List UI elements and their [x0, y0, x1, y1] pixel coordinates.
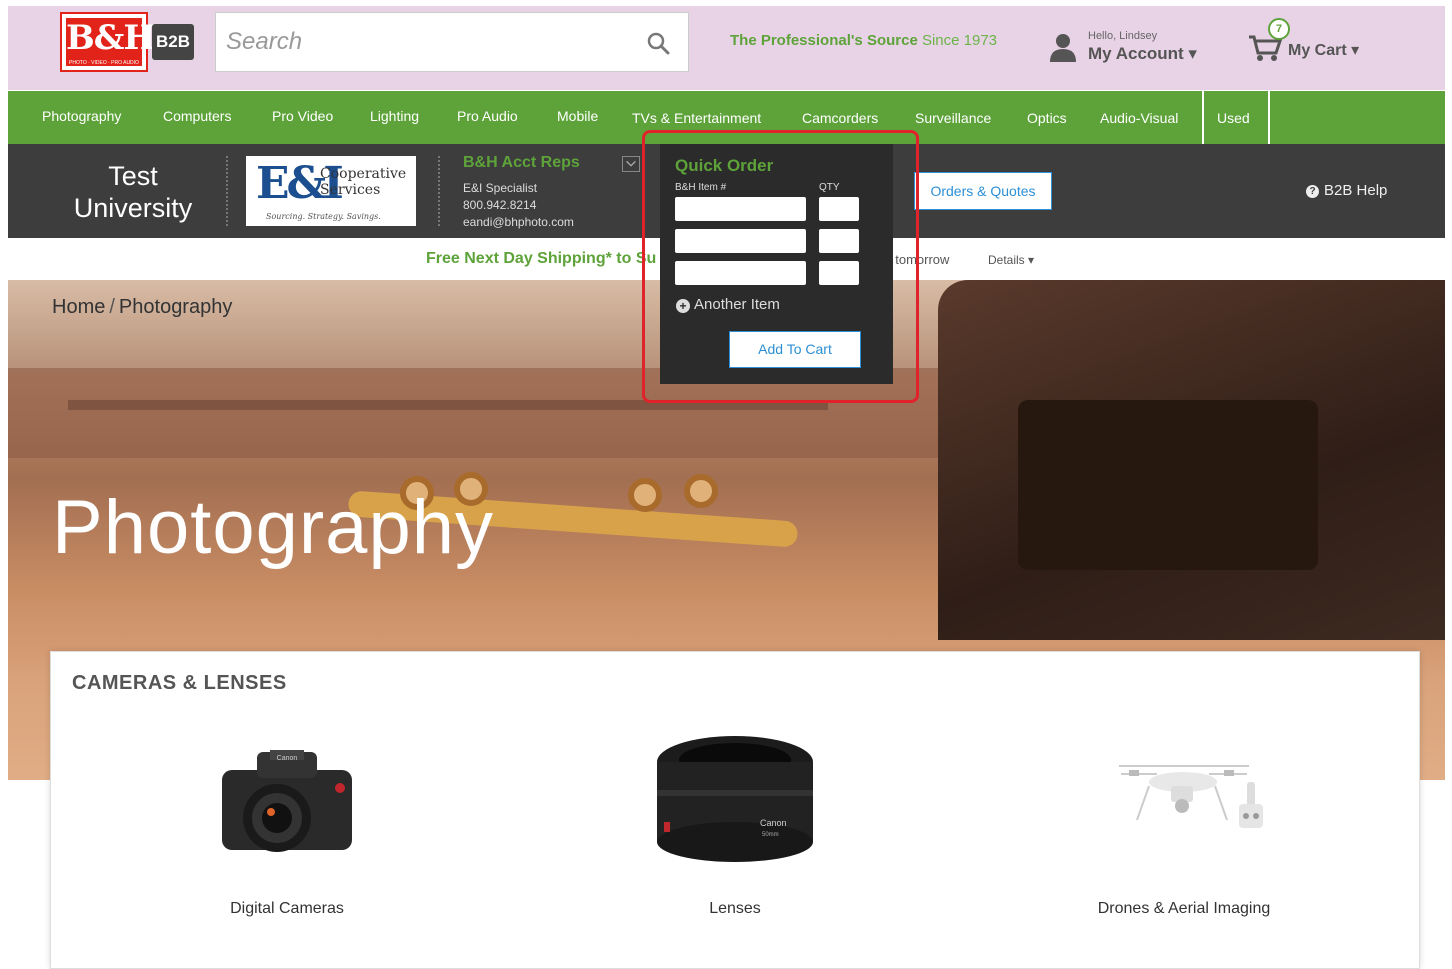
b2b-help-link[interactable]: ? B2B Help	[1306, 182, 1387, 199]
qty-input[interactable]	[819, 229, 859, 253]
svg-text:Canon: Canon	[760, 818, 787, 828]
ei-logo-tagline: Sourcing. Strategy. Savings.	[266, 212, 381, 221]
drone-image	[1119, 765, 1263, 828]
breadcrumb-separator: /	[109, 296, 115, 318]
add-to-cart-button[interactable]: Add To Cart	[729, 331, 861, 368]
dotted-divider	[438, 156, 440, 226]
nav-photography[interactable]: Photography	[42, 91, 121, 144]
chevron-down-icon[interactable]	[622, 156, 640, 172]
my-account-link[interactable]: My Account ▾	[1088, 44, 1197, 64]
dotted-divider	[226, 156, 228, 226]
qty-label: QTY	[819, 182, 840, 193]
nav-divider	[1268, 91, 1270, 144]
section-title: CAMERAS & LENSES	[72, 672, 287, 694]
search-box	[215, 12, 689, 72]
cameras-lenses-section: CAMERAS & LENSES Canon Digital Cameras C…	[50, 651, 1420, 969]
nav-divider	[1202, 91, 1204, 144]
top-header: B&H PHOTO · VIDEO · PRO AUDIO B2B The Pr…	[8, 6, 1445, 90]
nav-used[interactable]: Used	[1217, 93, 1250, 146]
nav-mobile[interactable]: Mobile	[557, 91, 598, 144]
bh-logo-tagline: PHOTO · VIDEO · PRO AUDIO	[69, 60, 139, 66]
item-number-label: B&H Item #	[675, 182, 727, 193]
item-number-input[interactable]	[675, 197, 806, 221]
nav-computers[interactable]: Computers	[163, 91, 231, 144]
help-icon: ?	[1306, 185, 1319, 198]
orders-quotes-button[interactable]: Orders & Quotes	[914, 172, 1052, 210]
svg-text:Canon: Canon	[277, 755, 298, 762]
hero-case-interior	[1018, 400, 1318, 570]
tagline-main: The Professional's Source	[730, 32, 918, 49]
nav-lighting[interactable]: Lighting	[370, 91, 419, 144]
shipping-text: Free Next Day Shipping* to Su	[426, 250, 657, 267]
camera-image: Canon	[222, 750, 352, 852]
quick-order-panel: Quick Order B&H Item # QTY + Another Item…	[660, 144, 893, 384]
nav-optics[interactable]: Optics	[1027, 93, 1067, 146]
nav-audio-visual[interactable]: Audio-Visual	[1100, 93, 1178, 146]
shipping-details-link[interactable]: Details ▾	[988, 253, 1034, 267]
reps-title: B&H Acct Reps	[463, 154, 580, 171]
another-item-button[interactable]: + Another Item	[676, 296, 780, 313]
another-item-label: Another Item	[694, 296, 780, 313]
nav-pro-audio[interactable]: Pro Audio	[457, 91, 518, 144]
reps-phone: 800.942.8214	[463, 198, 537, 212]
reps-email[interactable]: eandi@bhphoto.com	[463, 214, 580, 231]
qty-input[interactable]	[819, 261, 859, 285]
quick-order-title: Quick Order	[675, 156, 774, 175]
qty-input[interactable]	[819, 197, 859, 221]
university-name: Test University	[73, 161, 193, 223]
hero-wheel	[684, 474, 718, 508]
b2b-badge: B2B	[152, 24, 194, 60]
category-nav: Photography Computers Pro Video Lighting…	[8, 91, 1445, 144]
breadcrumb-current: Photography	[118, 296, 233, 318]
product-lenses[interactable]: Canon 50mm Lenses	[605, 730, 865, 930]
account-greeting: Hello, Lindsey	[1088, 30, 1158, 42]
tagline: The Professional's Source Since 1973	[730, 32, 997, 49]
page-title: Photography	[52, 485, 494, 570]
search-icon[interactable]	[646, 31, 670, 55]
bh-logo[interactable]: B&H PHOTO · VIDEO · PRO AUDIO	[60, 12, 156, 72]
nav-camcorders[interactable]: Camcorders	[802, 93, 878, 146]
item-number-input[interactable]	[675, 229, 806, 253]
shipping-text-tail: t tomorrow	[888, 252, 950, 267]
bh-logo-text: B&H	[66, 18, 156, 66]
ei-logo-name: Cooperative Services	[320, 166, 407, 198]
tagline-since: Since 1973	[921, 32, 998, 49]
product-label: Drones & Aerial Imaging	[1097, 900, 1271, 917]
breadcrumb-home[interactable]: Home	[52, 296, 105, 318]
user-icon	[1050, 34, 1076, 62]
product-label: Lenses	[709, 900, 761, 917]
search-input[interactable]	[226, 21, 626, 63]
lens-image: Canon 50mm	[657, 736, 813, 862]
reps-role: E&I Specialist	[463, 181, 538, 195]
product-digital-cameras[interactable]: Canon Digital Cameras	[157, 730, 417, 930]
cart-count-badge: 7	[1268, 18, 1290, 40]
ei-cooperative-logo: E&I Cooperative Services Sourcing. Strat…	[246, 156, 416, 226]
hero-wheel	[628, 478, 662, 512]
b2b-help-label: B2B Help	[1324, 182, 1388, 199]
account-reps: B&H Acct Reps E&I Specialist 800.942.821…	[463, 154, 580, 231]
svg-text:50mm: 50mm	[762, 832, 779, 838]
nav-tvs-entertainment[interactable]: TVs & Entertainment	[632, 93, 761, 146]
cart-menu[interactable]: 7 My Cart ▾	[1248, 18, 1398, 70]
my-cart-link[interactable]: My Cart ▾	[1288, 40, 1359, 60]
item-number-input[interactable]	[675, 261, 806, 285]
breadcrumb: Home / Photography	[52, 296, 232, 319]
nav-pro-video[interactable]: Pro Video	[272, 91, 333, 144]
account-menu[interactable]: Hello, Lindsey My Account ▾	[1048, 28, 1218, 68]
product-label: Digital Cameras	[230, 900, 344, 917]
hero-fence	[68, 400, 828, 410]
nav-surveillance[interactable]: Surveillance	[915, 93, 991, 146]
product-drones[interactable]: Drones & Aerial Imaging	[1054, 730, 1314, 930]
plus-circle-icon: +	[676, 299, 690, 313]
